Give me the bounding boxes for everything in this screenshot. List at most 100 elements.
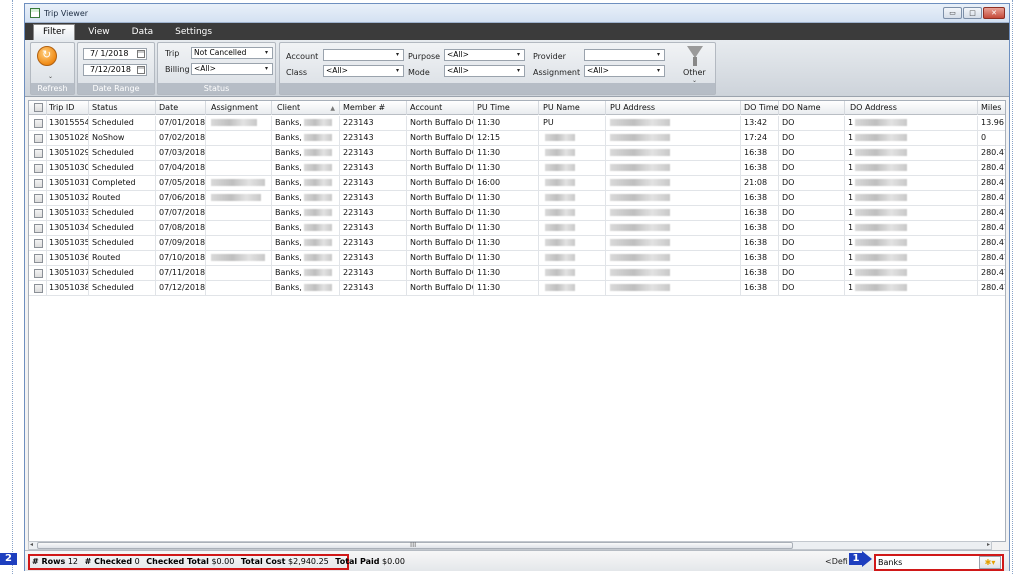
row-checkbox[interactable]	[34, 239, 43, 248]
refresh-icon[interactable]	[37, 46, 57, 66]
cell-trip-id: 13051038	[47, 281, 89, 295]
calendar-icon[interactable]	[137, 50, 145, 58]
cell-trip-id-text: 13015554	[49, 118, 89, 127]
table-row[interactable]: 13051031 Completed 07/05/2018 Banks, 223143 N…	[29, 176, 1005, 191]
column-header-pu-address[interactable]: PU Address	[606, 101, 741, 115]
cell-pu-time: 12:15	[474, 131, 539, 145]
class-select[interactable]: <All> ▾	[323, 65, 404, 77]
row-checkbox[interactable]	[34, 224, 43, 233]
funnel-stem	[693, 57, 697, 66]
column-header-member[interactable]: Member #	[340, 101, 407, 115]
table-row[interactable]: 13051032 Routed 07/06/2018 Banks, 223143 Nort…	[29, 191, 1005, 206]
table-row[interactable]: 13051037 Scheduled 07/11/2018 Banks, 223143 N…	[29, 266, 1005, 281]
cell-miles-text: 280.47	[981, 178, 1005, 187]
table-row[interactable]: 13051038 Scheduled 07/12/2018 Banks, 223143 N…	[29, 281, 1005, 296]
cell-do-name: DO	[779, 281, 845, 295]
row-checkbox[interactable]	[34, 134, 43, 143]
column-header-status[interactable]: Status	[89, 101, 156, 115]
table-row[interactable]: 13051033 Scheduled 07/07/2018 Banks, 223143 N…	[29, 206, 1005, 221]
purpose-select[interactable]: <All> ▾	[444, 49, 525, 61]
column-header-do-time[interactable]: DO Time	[741, 101, 779, 115]
row-checkbox[interactable]	[34, 194, 43, 203]
table-row[interactable]: 13051035 Scheduled 07/09/2018 Banks, 223143 N…	[29, 236, 1005, 251]
column-header-pu-name[interactable]: PU Name	[539, 101, 606, 115]
layout-name-input[interactable]: Banks	[877, 557, 980, 568]
cell-client-text: Banks,	[275, 268, 302, 277]
cell-pu-time: 11:30	[474, 221, 539, 235]
row-checkbox[interactable]	[34, 179, 43, 188]
date-to-input[interactable]: 7/12/2018	[83, 64, 147, 76]
column-header-date[interactable]: Date	[156, 101, 206, 115]
row-checkbox[interactable]	[34, 209, 43, 218]
date-from-input[interactable]: 7/ 1/2018	[83, 48, 147, 60]
tab-filter[interactable]: Filter	[33, 24, 76, 40]
cell-pu-time: 11:30	[474, 206, 539, 220]
chevron-down-icon[interactable]: ▾	[393, 50, 402, 60]
chevron-down-icon[interactable]: ▾	[262, 48, 271, 58]
chevron-down-icon[interactable]: ▾	[654, 66, 663, 76]
cell-account-text: North Buffalo DC	[410, 238, 474, 247]
select-all-checkbox[interactable]	[34, 103, 43, 112]
column-header-do-name[interactable]: DO Name	[779, 101, 845, 115]
row-checkbox[interactable]	[34, 254, 43, 263]
table-row[interactable]: 13051030 Scheduled 07/04/2018 Banks, 223143 N…	[29, 161, 1005, 176]
account-select[interactable]: ▾	[323, 49, 404, 61]
close-button[interactable]: ✕	[983, 7, 1005, 19]
other-filter-button[interactable]: Other ⌄	[674, 43, 714, 85]
chevron-down-icon[interactable]: ▾	[262, 64, 271, 74]
redacted-text	[545, 179, 575, 186]
layout-options-button[interactable]: ✱▾	[979, 556, 1001, 569]
cell-do-address-text: 1	[848, 163, 854, 172]
row-checkbox[interactable]	[34, 269, 43, 278]
cell-miles-text: 280.47	[981, 163, 1005, 172]
calendar-icon[interactable]	[137, 66, 145, 74]
trip-status-select[interactable]: Not Cancelled ▾	[191, 47, 273, 59]
chevron-down-icon[interactable]: ▾	[514, 50, 523, 60]
table-row[interactable]: 13051028 NoShow 07/02/2018 Banks, 223143 Nort…	[29, 131, 1005, 146]
column-header-miles[interactable]: Miles	[978, 101, 1005, 115]
table-row[interactable]: 13051034 Scheduled 07/08/2018 Banks, 223143 N…	[29, 221, 1005, 236]
table-row[interactable]: 13015554 Scheduled 07/01/2018 Banks, 223143 N…	[29, 116, 1005, 131]
chevron-down-icon[interactable]: ▾	[393, 66, 402, 76]
minimize-button[interactable]: ▭	[943, 7, 962, 19]
maximize-button[interactable]: □	[963, 7, 982, 19]
scrollbar-thumb[interactable]: III	[37, 541, 793, 549]
table-row[interactable]: 13051029 Scheduled 07/03/2018 Banks, 223143 N…	[29, 146, 1005, 161]
row-checkbox-cell	[29, 236, 47, 250]
column-header-do-address[interactable]: DO Address	[845, 101, 978, 115]
cell-do-name: DO	[779, 191, 845, 205]
scroll-right-icon[interactable]: ▸	[987, 541, 990, 548]
scroll-left-icon[interactable]: ◂	[30, 541, 33, 548]
row-checkbox[interactable]	[34, 164, 43, 173]
column-header-assignment[interactable]: Assignment	[206, 101, 272, 115]
date-range-caption: Date Range	[78, 83, 154, 94]
provider-select[interactable]: ▾	[584, 49, 665, 61]
select-all-header[interactable]	[29, 101, 47, 115]
mode-select[interactable]: <All> ▾	[444, 65, 525, 77]
refresh-dropdown-icon[interactable]: ⌄	[48, 73, 53, 80]
row-checkbox[interactable]	[34, 149, 43, 158]
chevron-down-icon[interactable]: ▾	[654, 50, 663, 60]
client-header-label: Client	[277, 103, 301, 112]
cell-assignment	[206, 266, 272, 280]
tab-settings[interactable]: Settings	[166, 25, 221, 40]
tab-data[interactable]: Data	[123, 25, 163, 40]
column-header-pu-time[interactable]: PU Time	[474, 101, 539, 115]
cell-client: Banks,	[272, 266, 340, 280]
column-header-trip-id[interactable]: Trip ID	[47, 101, 89, 115]
cell-status: Scheduled	[89, 236, 156, 250]
tab-view[interactable]: View	[79, 25, 118, 40]
table-row[interactable]: 13051036 Routed 07/10/2018 Banks, 223143 Nort…	[29, 251, 1005, 266]
chevron-down-icon[interactable]: ▾	[514, 66, 523, 76]
billing-select[interactable]: <All> ▾	[191, 63, 273, 75]
column-header-client[interactable]: Client ▲	[272, 101, 340, 115]
cell-member-text: 223143	[343, 133, 374, 142]
column-header-account[interactable]: Account	[407, 101, 474, 115]
horizontal-scrollbar[interactable]: ◂ III ▸	[28, 541, 992, 550]
row-checkbox[interactable]	[34, 119, 43, 128]
assignment-select[interactable]: <All> ▾	[584, 65, 665, 77]
layout-selector[interactable]: Banks ✱▾	[874, 554, 1004, 571]
callout-marker-2: 2	[0, 553, 17, 565]
cell-pu-address	[606, 176, 741, 190]
row-checkbox[interactable]	[34, 284, 43, 293]
